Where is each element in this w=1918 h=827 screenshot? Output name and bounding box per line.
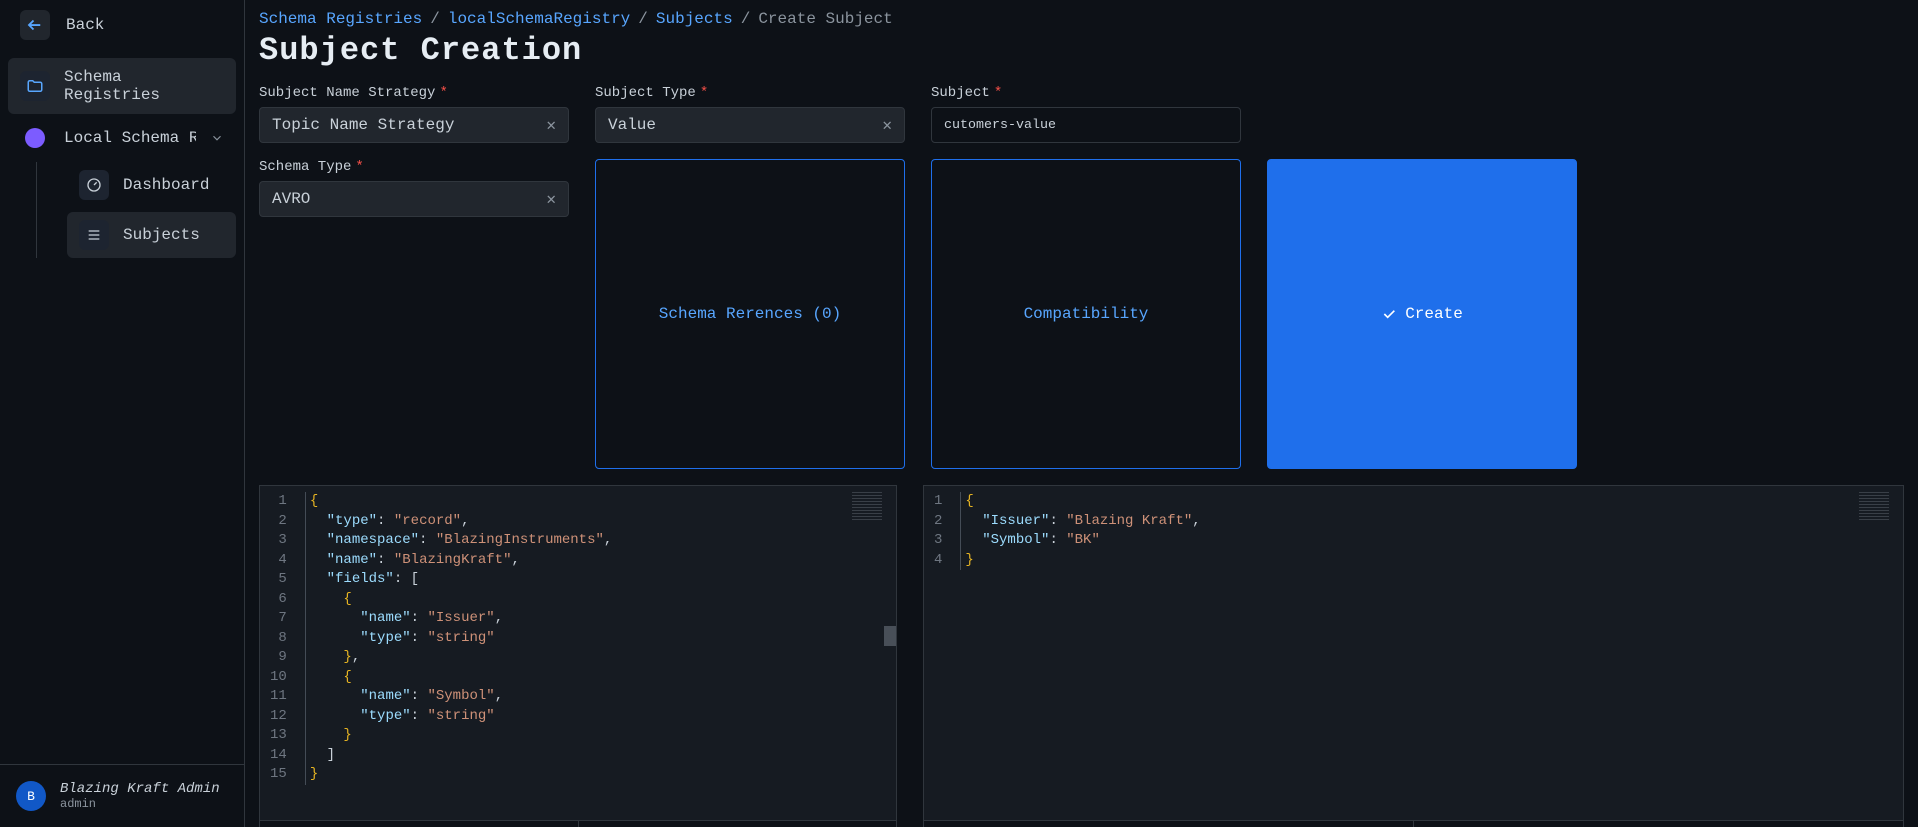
code-body[interactable]: { "Issuer": "Blazing Kraft", "Symbol": "…: [952, 486, 1903, 820]
sidebar-item-label: Local Schema Regi…: [64, 129, 196, 147]
user-info: Blazing Kraft Admin admin: [60, 781, 220, 811]
folder-icon: [20, 71, 50, 101]
select-subject-name-strategy[interactable]: Topic Name Strategy ✕: [259, 107, 569, 143]
clear-icon[interactable]: ✕: [546, 189, 556, 209]
scrollbar[interactable]: [884, 486, 896, 820]
minimap: [852, 492, 882, 522]
syntax-errors-panel: Syntax Errors(0): [924, 821, 1414, 827]
breadcrumb-schema-registries[interactable]: Schema Registries: [259, 10, 422, 28]
sidebar-item-schema-registries[interactable]: Schema Registries: [8, 58, 236, 114]
breadcrumb-current: Create Subject: [758, 10, 892, 28]
breadcrumb-sep: /: [638, 10, 648, 28]
main-content: Schema Registries / localSchemaRegistry …: [245, 0, 1918, 827]
sidebar-item-local-registry[interactable]: Local Schema Regi…: [8, 118, 236, 158]
compatibility-button[interactable]: Compatibility: [931, 159, 1241, 469]
page-title: Subject Creation: [259, 32, 1904, 69]
sidebar: Back Schema Registries Local Schema Regi…: [0, 0, 245, 827]
label-subject-type: Subject Type*: [595, 85, 905, 101]
button-label: Create: [1405, 305, 1463, 323]
sidebar-item-dashboard[interactable]: Dashboard: [67, 162, 236, 208]
breadcrumb-local[interactable]: localSchemaRegistry: [448, 10, 630, 28]
label-schema-type: Schema Type*: [259, 159, 569, 175]
label-subject-name-strategy: Subject Name Strategy*: [259, 85, 569, 101]
select-value: Topic Name Strategy: [272, 116, 454, 134]
select-schema-type[interactable]: AVRO ✕: [259, 181, 569, 217]
sidebar-item-label: Subjects: [123, 226, 200, 244]
back-label: Back: [66, 16, 104, 34]
schema-definition-errors-panel: Schema Definition Errors(0): [579, 821, 897, 827]
back-arrow-icon: [20, 10, 50, 40]
button-label: Schema Rerences (0): [659, 305, 841, 323]
sidebar-item-label: Dashboard: [123, 176, 209, 194]
check-icon: [1381, 306, 1397, 322]
gauge-icon: [79, 170, 109, 200]
select-subject-type[interactable]: Value ✕: [595, 107, 905, 143]
registry-dot-icon: [25, 128, 45, 148]
user-footer[interactable]: B Blazing Kraft Admin admin: [0, 764, 244, 827]
schema-editor[interactable]: 123456789101112131415 { "type": "record"…: [259, 485, 897, 821]
schema-references-button[interactable]: Schema Rerences (0): [595, 159, 905, 469]
line-gutter: 1234: [924, 486, 952, 820]
avatar-initial: B: [27, 789, 35, 804]
breadcrumb-sep: /: [430, 10, 440, 28]
chevron-down-icon: [210, 131, 224, 145]
breadcrumb-subjects[interactable]: Subjects: [656, 10, 733, 28]
button-label: Compatibility: [1024, 305, 1149, 323]
clear-icon[interactable]: ✕: [546, 115, 556, 135]
sidebar-item-subjects[interactable]: Subjects: [67, 212, 236, 258]
breadcrumb: Schema Registries / localSchemaRegistry …: [259, 10, 1904, 28]
user-name: Blazing Kraft Admin: [60, 781, 220, 797]
line-gutter: 123456789101112131415: [260, 486, 297, 820]
clear-icon[interactable]: ✕: [882, 115, 892, 135]
create-button[interactable]: Create: [1267, 159, 1577, 469]
user-role: admin: [60, 797, 220, 811]
select-value: Value: [608, 116, 656, 134]
select-value: AVRO: [272, 190, 310, 208]
avatar: B: [16, 781, 46, 811]
label-subject: Subject*: [931, 85, 1241, 101]
schema-errors-panel: Schema Errors(0): [1414, 821, 1903, 827]
syntax-errors-panel: Syntax Errors(0): [260, 821, 579, 827]
list-icon: [79, 220, 109, 250]
sample-editor[interactable]: 1234 { "Issuer": "Blazing Kraft", "Symbo…: [923, 485, 1904, 821]
sidebar-item-label: Schema Registries: [64, 68, 224, 104]
breadcrumb-sep: /: [741, 10, 751, 28]
minimap: [1859, 492, 1889, 522]
back-button[interactable]: Back: [0, 0, 244, 50]
input-subject[interactable]: [931, 107, 1241, 143]
code-body[interactable]: { "type": "record", "namespace": "Blazin…: [297, 486, 896, 820]
